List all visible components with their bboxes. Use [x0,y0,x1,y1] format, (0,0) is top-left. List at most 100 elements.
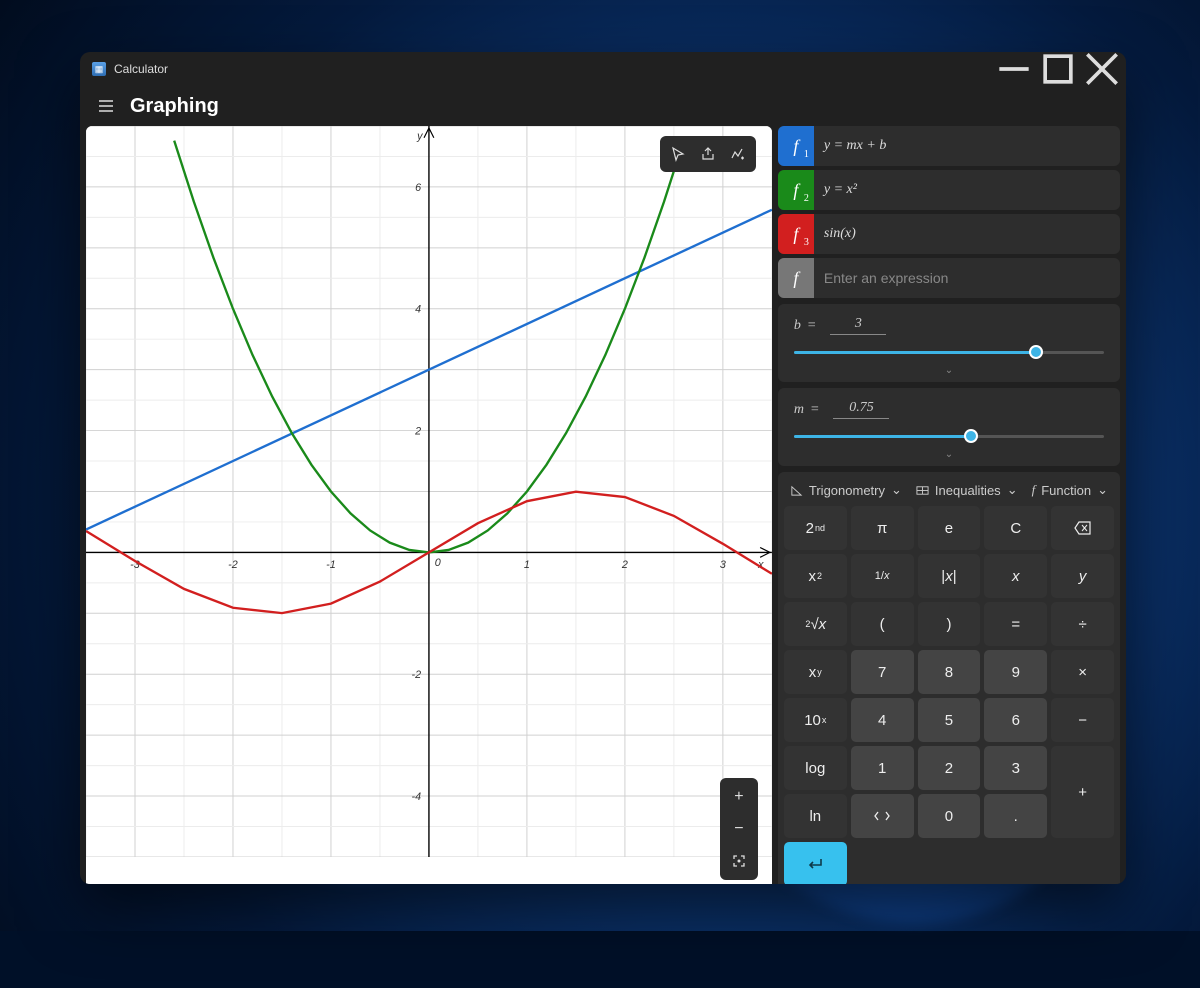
close-button[interactable] [1080,52,1124,86]
key-3[interactable]: 3 [984,746,1047,790]
variable-slider[interactable] [794,427,1104,445]
function-icon: f [1032,482,1036,498]
function-expression: y = x² [814,182,857,198]
function-badge[interactable]: f1 [778,126,814,166]
graph-pane: -3-2-1123-4-22460xy + − [86,126,772,884]
key-π[interactable]: π [851,506,914,550]
key-enter[interactable] [784,842,847,884]
key-+[interactable]: + [1051,746,1114,838]
key-−[interactable]: − [1051,698,1114,742]
key-7[interactable]: 7 [851,650,914,694]
svg-text:2: 2 [621,559,628,571]
svg-text:2: 2 [414,425,421,437]
function-row-2[interactable]: f2y = x² [778,170,1120,210]
cursor-icon [670,146,686,162]
svg-text:1: 1 [524,559,530,571]
chevron-down-icon[interactable]: ⌄ [794,365,1104,376]
key-×[interactable]: × [1051,650,1114,694]
key-x²[interactable]: x2 [784,554,847,598]
variable-name: b [794,318,801,334]
share-button[interactable] [694,140,722,168]
trace-button[interactable] [664,140,692,168]
key-e[interactable]: e [918,506,981,550]
tab-inequalities[interactable]: Inequalities ⌄ [916,482,1018,498]
variable-card-b: b=3 ⌄ [778,304,1120,382]
zoom-out-button[interactable]: − [724,814,754,844]
key-¹⁄ₓ[interactable]: 1/x [851,554,914,598]
key-6[interactable]: 6 [984,698,1047,742]
variable-name: m [794,402,804,418]
zoom-controls: + − [720,778,758,880]
function-expression: sin(x) [814,226,856,242]
hamburger-button[interactable] [86,86,126,126]
svg-text:-2: -2 [412,669,422,681]
function-row-1[interactable]: f1y = mx + b [778,126,1120,166]
key-÷[interactable]: ÷ [1051,602,1114,646]
key-²√x[interactable]: 2√x [784,602,847,646]
function-badge[interactable]: f2 [778,170,814,210]
key-8[interactable]: 8 [918,650,981,694]
maximize-button[interactable] [1036,52,1080,86]
key-.[interactable]: . [984,794,1047,838]
graph-canvas[interactable]: -3-2-1123-4-22460xy + − [86,126,772,884]
chevron-down-icon: ⌄ [891,482,902,498]
function-row-3[interactable]: f3sin(x) [778,214,1120,254]
key-1[interactable]: 1 [851,746,914,790]
key-2[interactable]: 2 [918,746,981,790]
key-xʸ[interactable]: xy [784,650,847,694]
app-icon: ▦ [92,62,106,76]
inequality-icon [916,484,929,497]
function-placeholder: Enter an expression [814,270,949,286]
variable-slider[interactable] [794,343,1104,361]
function-row-new[interactable]: fEnter an expression [778,258,1120,298]
keypad-tabs: Trigonometry ⌄ Inequalities ⌄ f Function… [784,478,1114,500]
graph-toolbar [660,136,756,172]
svg-text:-2: -2 [228,559,238,571]
key-ln[interactable]: ln [784,794,847,838]
plot-svg: -3-2-1123-4-22460xy [86,126,772,857]
variable-list: b=3 ⌄m=0.75 ⌄ [778,304,1120,466]
key-C[interactable]: C [984,506,1047,550]
minimize-button[interactable] [992,52,1036,86]
graph-options-icon [730,146,746,162]
angle-icon [790,484,803,497]
key-=[interactable]: = [984,602,1047,646]
titlebar[interactable]: ▦ Calculator [80,52,1126,86]
key-y[interactable]: y [1051,554,1114,598]
variable-card-m: m=0.75 ⌄ [778,388,1120,466]
key-10ˣ[interactable]: 10x [784,698,847,742]
svg-text:-1: -1 [326,559,336,571]
key-5[interactable]: 5 [918,698,981,742]
chevron-down-icon: ⌄ [1007,482,1018,498]
key-0[interactable]: 0 [918,794,981,838]
key-2ⁿᵈ[interactable]: 2nd [784,506,847,550]
variable-value[interactable]: 0.75 [833,400,889,419]
graph-options-button[interactable] [724,140,752,168]
share-icon [700,146,716,162]
fit-icon [731,853,747,869]
mode-title: Graphing [130,95,219,118]
function-badge[interactable]: f3 [778,214,814,254]
side-panel: f1y = mx + bf2y = x²f3sin(x)fEnter an ex… [772,126,1126,884]
key-9[interactable]: 9 [984,650,1047,694]
key-x[interactable]: x [984,554,1047,598]
key-)[interactable]: ) [918,602,981,646]
key-log[interactable]: log [784,746,847,790]
key-↔[interactable] [851,794,914,838]
svg-text:6: 6 [415,182,421,194]
calculator-window: ▦ Calculator Graphing -3-2-1123-4-22460x… [80,52,1126,884]
zoom-in-button[interactable]: + [724,782,754,812]
tab-function[interactable]: f Function ⌄ [1032,482,1108,498]
key-⌫[interactable] [1051,506,1114,550]
tab-trigonometry[interactable]: Trigonometry ⌄ [790,482,902,498]
key-|x|[interactable]: |x| [918,554,981,598]
key-([interactable]: ( [851,602,914,646]
svg-text:3: 3 [720,559,726,571]
header: Graphing [80,86,1126,126]
variable-value[interactable]: 3 [830,316,886,335]
key-4[interactable]: 4 [851,698,914,742]
zoom-fit-button[interactable] [724,846,754,876]
svg-text:y: y [416,131,423,143]
chevron-down-icon[interactable]: ⌄ [794,449,1104,460]
app-title: Calculator [114,62,168,76]
